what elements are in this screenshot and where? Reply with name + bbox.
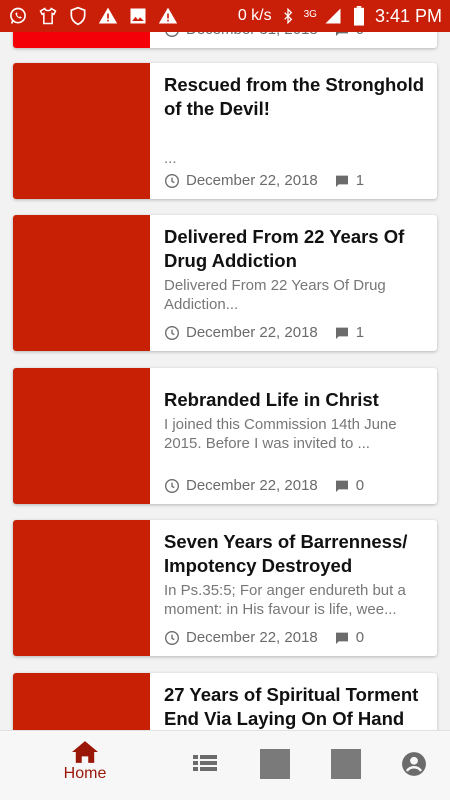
warning-icon bbox=[158, 6, 178, 26]
post-title[interactable]: Rebranded Life in Christ bbox=[164, 388, 425, 412]
comment-count: 1 bbox=[355, 172, 365, 189]
post-meta: December 22, 2018 1 bbox=[164, 324, 364, 341]
clock-time: 3:41 PM bbox=[374, 5, 442, 26]
bottom-navigation: Home bbox=[0, 730, 450, 800]
list-icon bbox=[193, 755, 217, 771]
post-date: December 22, 2018 bbox=[186, 324, 318, 341]
post-excerpt: In Ps.35:5; For anger endureth but a mom… bbox=[164, 582, 406, 618]
clock-icon bbox=[165, 173, 179, 188]
home-icon bbox=[72, 741, 98, 763]
network-speed: 0 k/s bbox=[237, 7, 272, 24]
post-thumbnail[interactable] bbox=[13, 368, 150, 504]
network-type: 3G bbox=[303, 8, 317, 20]
comment-count: 0 bbox=[355, 477, 365, 494]
image-icon bbox=[128, 6, 148, 26]
nav-placeholder-icon[interactable] bbox=[331, 749, 361, 779]
battery-icon bbox=[349, 6, 369, 26]
post-card[interactable]: Rescued from the Stronghold of the Devil… bbox=[13, 63, 437, 199]
post-card[interactable]: Delivered From 22 Years Of Drug Addictio… bbox=[13, 215, 437, 351]
nav-placeholder-icon[interactable] bbox=[260, 749, 290, 779]
comment-count: 1 bbox=[355, 324, 365, 341]
comment-icon bbox=[335, 175, 348, 187]
signal-icon bbox=[323, 6, 343, 26]
post-date: December 22, 2018 bbox=[186, 172, 318, 189]
post-thumbnail[interactable] bbox=[13, 215, 150, 351]
comment-icon bbox=[335, 327, 348, 339]
post-thumbnail[interactable] bbox=[13, 673, 150, 730]
status-bar: 0 k/s 3G 3:41 PM bbox=[0, 0, 450, 32]
nav-list[interactable] bbox=[193, 753, 217, 773]
post-title[interactable]: Delivered From 22 Years Of Drug Addictio… bbox=[164, 225, 425, 273]
comment-icon bbox=[335, 480, 348, 492]
post-title[interactable]: Rescued from the Stronghold of the Devil… bbox=[164, 73, 425, 121]
post-thumbnail[interactable] bbox=[13, 520, 150, 656]
post-date: December 22, 2018 bbox=[186, 477, 318, 494]
nav-home[interactable]: Home bbox=[55, 741, 115, 783]
bluetooth-icon bbox=[278, 6, 298, 26]
post-excerpt: ... bbox=[164, 150, 177, 167]
clock-icon bbox=[165, 630, 179, 645]
nav-home-label: Home bbox=[63, 765, 107, 782]
post-card[interactable]: Seven Years of Barrenness/ Impotency Des… bbox=[13, 520, 437, 656]
clock-icon bbox=[165, 478, 179, 493]
shield-icon bbox=[68, 6, 88, 26]
post-feed[interactable]: December 31, 2018 0 Rescued from the Str… bbox=[0, 0, 450, 730]
post-excerpt: Delivered From 22 Years Of Drug Addictio… bbox=[164, 277, 386, 313]
tshirt-icon bbox=[38, 6, 58, 26]
comment-icon bbox=[335, 632, 348, 644]
post-thumbnail[interactable] bbox=[13, 63, 150, 199]
account-icon bbox=[402, 752, 426, 776]
post-meta: December 22, 2018 1 bbox=[164, 172, 364, 189]
post-title[interactable]: Seven Years of Barrenness/ Impotency Des… bbox=[164, 530, 425, 578]
post-card[interactable]: 27 Years of Spiritual Torment End Via La… bbox=[13, 673, 437, 730]
post-meta: December 22, 2018 0 bbox=[164, 629, 364, 646]
comment-count: 0 bbox=[355, 629, 365, 646]
post-title[interactable]: 27 Years of Spiritual Torment End Via La… bbox=[164, 683, 425, 730]
nav-account[interactable] bbox=[401, 751, 427, 777]
post-meta: December 22, 2018 0 bbox=[164, 477, 364, 494]
post-date: December 22, 2018 bbox=[186, 629, 318, 646]
post-excerpt: I joined this Commission 14th June 2015.… bbox=[164, 416, 397, 452]
whatsapp-icon bbox=[8, 6, 28, 26]
post-card[interactable]: Rebranded Life in Christ I joined this C… bbox=[13, 368, 437, 504]
warning-icon bbox=[98, 6, 118, 26]
clock-icon bbox=[165, 325, 179, 340]
